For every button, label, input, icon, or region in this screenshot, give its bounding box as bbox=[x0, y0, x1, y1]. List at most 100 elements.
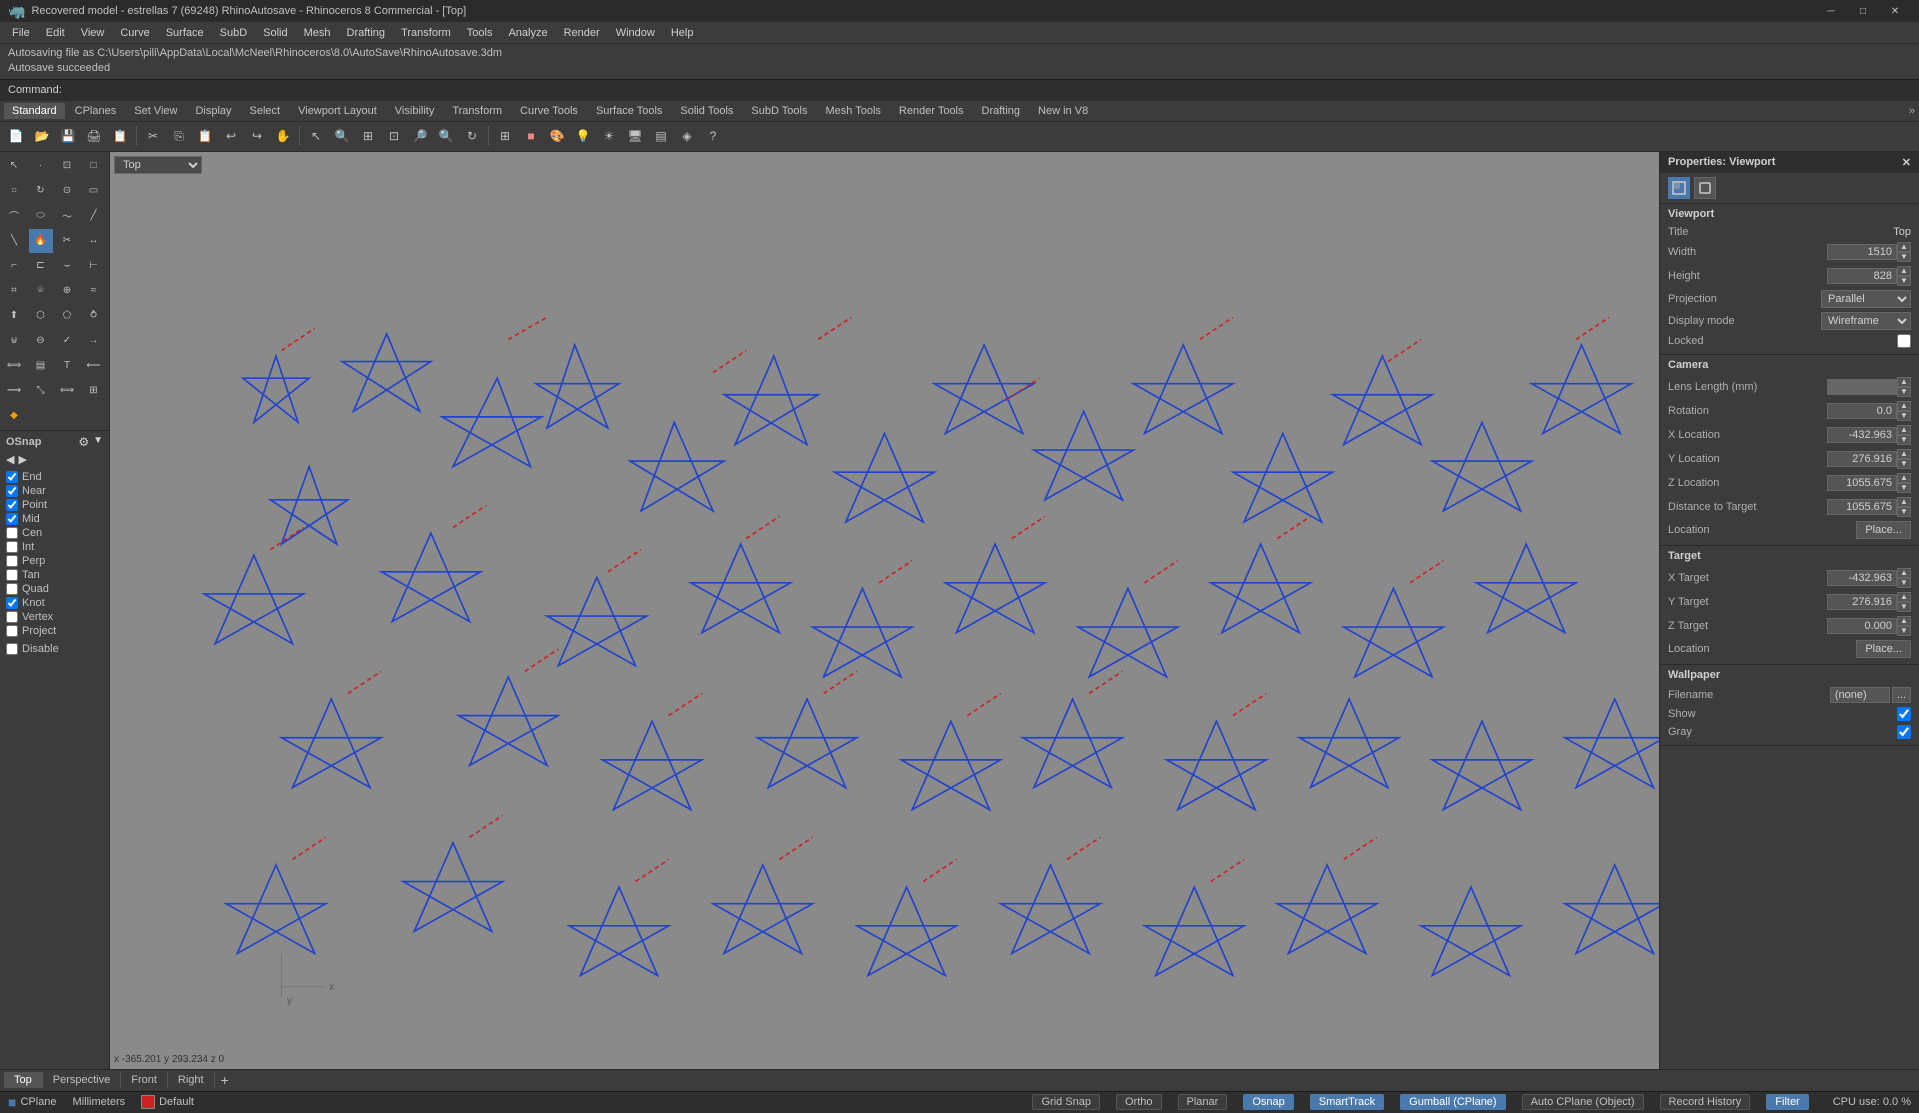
close-button[interactable]: ✕ bbox=[1879, 0, 1911, 22]
snap-cen-checkbox[interactable] bbox=[6, 527, 18, 539]
viewport-view-select[interactable]: Top Perspective Front Right bbox=[114, 156, 202, 174]
tool-check[interactable]: ✓ bbox=[55, 329, 79, 353]
planar-button[interactable]: Planar bbox=[1178, 1094, 1228, 1110]
maximize-button[interactable]: □ bbox=[1847, 0, 1879, 22]
tool-surface[interactable]: ⬡ bbox=[29, 304, 53, 328]
tool-text[interactable]: T bbox=[55, 354, 79, 378]
tb-zoom-in[interactable]: 🔎 bbox=[408, 124, 432, 148]
y-target-input[interactable] bbox=[1827, 594, 1897, 610]
tool-rect[interactable]: ▭ bbox=[82, 179, 106, 203]
y-target-up[interactable]: ▲ bbox=[1897, 592, 1911, 602]
z-target-down[interactable]: ▼ bbox=[1897, 626, 1911, 636]
z-target-input[interactable] bbox=[1827, 618, 1897, 634]
rotation-up[interactable]: ▲ bbox=[1897, 401, 1911, 411]
vp-tab-front[interactable]: Front bbox=[121, 1072, 168, 1088]
y-location-input[interactable] bbox=[1827, 451, 1897, 467]
vp-tab-add[interactable]: + bbox=[215, 1070, 235, 1090]
tab-new-v8[interactable]: New in V8 bbox=[1030, 103, 1096, 119]
tb-redo[interactable]: ↪ bbox=[245, 124, 269, 148]
minimize-button[interactable]: ─ bbox=[1815, 0, 1847, 22]
snap-prev-icon[interactable]: ◀ bbox=[6, 453, 14, 466]
menu-help[interactable]: Help bbox=[663, 25, 702, 41]
tab-cplanes[interactable]: CPlanes bbox=[67, 103, 125, 119]
snap-vertex-checkbox[interactable] bbox=[6, 611, 18, 623]
x-location-down[interactable]: ▼ bbox=[1897, 435, 1911, 445]
tb-layer[interactable]: ▤ bbox=[649, 124, 673, 148]
tool-smooth[interactable]: ≈ bbox=[82, 279, 106, 303]
tool-arc[interactable]: ⌒ bbox=[2, 204, 26, 228]
tb-material[interactable]: ◈ bbox=[675, 124, 699, 148]
tb-copy[interactable]: ⎘ bbox=[167, 124, 191, 148]
x-target-down[interactable]: ▼ bbox=[1897, 578, 1911, 588]
tool-dimension[interactable]: ⟺ bbox=[2, 354, 26, 378]
height-input[interactable] bbox=[1827, 268, 1897, 284]
tool-trim[interactable]: ✂ bbox=[55, 229, 79, 253]
x-target-up[interactable]: ▲ bbox=[1897, 568, 1911, 578]
menu-transform[interactable]: Transform bbox=[393, 25, 459, 41]
tool-array[interactable]: ⊞ bbox=[82, 379, 106, 403]
menu-mesh[interactable]: Mesh bbox=[296, 25, 339, 41]
filename-browse-button[interactable]: ... bbox=[1892, 687, 1911, 703]
z-location-up[interactable]: ▲ bbox=[1897, 473, 1911, 483]
tool-loft[interactable]: ⬠ bbox=[55, 304, 79, 328]
width-down[interactable]: ▼ bbox=[1897, 252, 1911, 262]
tab-solid-tools[interactable]: Solid Tools bbox=[672, 103, 741, 119]
tb-zoom-out[interactable]: 🔍 bbox=[434, 124, 458, 148]
dist-target-up[interactable]: ▲ bbox=[1897, 497, 1911, 507]
tb-open[interactable]: 📂 bbox=[30, 124, 54, 148]
tb-render[interactable]: 🎨 bbox=[545, 124, 569, 148]
tool-line[interactable]: ╲ bbox=[2, 229, 26, 253]
tab-visibility[interactable]: Visibility bbox=[387, 103, 443, 119]
tool-boolean-diff[interactable]: ⊖ bbox=[29, 329, 53, 353]
menu-file[interactable]: File bbox=[4, 25, 38, 41]
lens-input[interactable] bbox=[1827, 379, 1897, 395]
panel-icon-object[interactable] bbox=[1694, 177, 1716, 199]
tb-save[interactable]: 💾 bbox=[56, 124, 80, 148]
height-up[interactable]: ▲ bbox=[1897, 266, 1911, 276]
tab-select[interactable]: Select bbox=[242, 103, 289, 119]
snap-perp-checkbox[interactable] bbox=[6, 555, 18, 567]
dist-target-input[interactable] bbox=[1827, 499, 1897, 515]
tab-standard[interactable]: Standard bbox=[4, 103, 65, 119]
tb-rotate[interactable]: ↻ bbox=[460, 124, 484, 148]
tool-group[interactable]: ⊡ bbox=[55, 154, 79, 178]
tool-paint[interactable]: ◆ bbox=[2, 404, 26, 428]
tab-subd-tools[interactable]: SubD Tools bbox=[743, 103, 815, 119]
snap-end-checkbox[interactable] bbox=[6, 471, 18, 483]
tool-match[interactable]: ⊢ bbox=[82, 254, 106, 278]
tool-point[interactable]: · bbox=[29, 154, 53, 178]
tool-curve-dot[interactable]: ⊙ bbox=[55, 179, 79, 203]
toolbar-expand[interactable]: » bbox=[1909, 105, 1915, 117]
right-panel-close-icon[interactable]: ✕ bbox=[1902, 156, 1911, 169]
tool-extend[interactable]: ↔ bbox=[82, 229, 106, 253]
tool-extrude[interactable]: ⬆ bbox=[2, 304, 26, 328]
tab-drafting[interactable]: Drafting bbox=[974, 103, 1029, 119]
tb-print[interactable]: 🖨 bbox=[82, 124, 106, 148]
tb-pan[interactable]: ✋ bbox=[271, 124, 295, 148]
tab-render-tools[interactable]: Render Tools bbox=[891, 103, 972, 119]
cam-location-button[interactable]: Place... bbox=[1856, 521, 1911, 539]
snap-next-icon[interactable]: ▶ bbox=[18, 453, 26, 466]
tb-sun[interactable]: ☀ bbox=[597, 124, 621, 148]
tab-curve-tools[interactable]: Curve Tools bbox=[512, 103, 586, 119]
filename-input[interactable] bbox=[1830, 687, 1890, 703]
record-history-button[interactable]: Record History bbox=[1660, 1094, 1751, 1110]
y-location-down[interactable]: ▼ bbox=[1897, 459, 1911, 469]
menu-edit[interactable]: Edit bbox=[38, 25, 73, 41]
tool-leader[interactable]: ⟵ bbox=[82, 354, 106, 378]
tool-spline[interactable]: 〜 bbox=[55, 204, 79, 228]
menu-solid[interactable]: Solid bbox=[255, 25, 295, 41]
tb-grid[interactable]: ⊞ bbox=[493, 124, 517, 148]
smarttrack-button[interactable]: SmartTrack bbox=[1310, 1094, 1384, 1110]
width-input[interactable] bbox=[1827, 244, 1897, 260]
tool-dir[interactable]: → bbox=[82, 329, 106, 353]
tab-display[interactable]: Display bbox=[187, 103, 239, 119]
dist-target-down[interactable]: ▼ bbox=[1897, 507, 1911, 517]
rotation-input[interactable] bbox=[1827, 403, 1897, 419]
snap-tan-checkbox[interactable] bbox=[6, 569, 18, 581]
tb-shade[interactable]: ■ bbox=[519, 124, 543, 148]
target-location-button[interactable]: Place... bbox=[1856, 640, 1911, 658]
z-target-up[interactable]: ▲ bbox=[1897, 616, 1911, 626]
lens-down[interactable]: ▼ bbox=[1897, 387, 1911, 397]
tool-rotate-view[interactable]: ↻ bbox=[29, 179, 53, 203]
